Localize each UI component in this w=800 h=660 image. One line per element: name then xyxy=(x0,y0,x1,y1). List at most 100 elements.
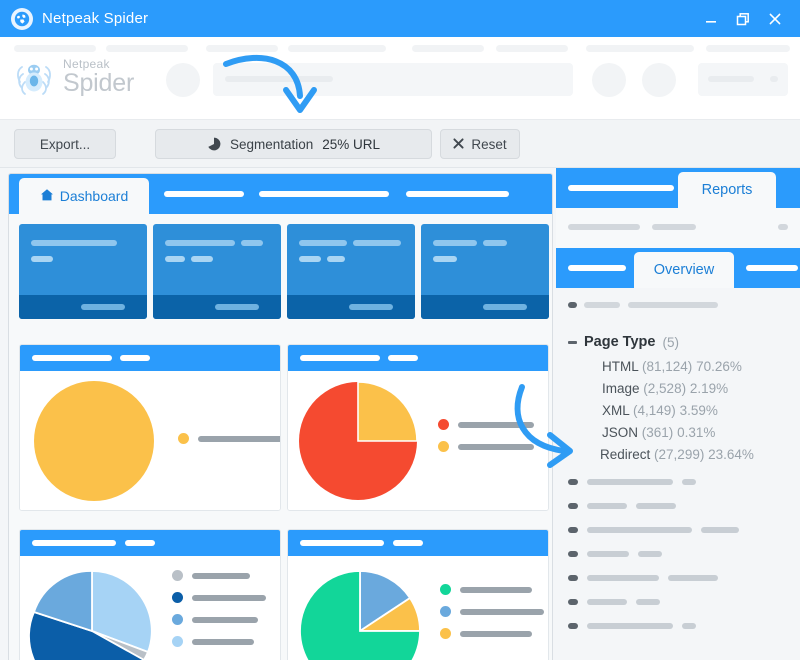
tree-item-percent: 70.26% xyxy=(696,359,742,374)
app-window: Netpeak Spider Netpeak Spider Export... … xyxy=(0,0,800,660)
close-icon[interactable] xyxy=(768,12,784,26)
placeholder-row[interactable] xyxy=(568,527,739,533)
tree-item-label: Redirect xyxy=(600,447,651,462)
minimize-icon[interactable] xyxy=(704,12,720,26)
tree-root-page-type[interactable]: Page Type (5) xyxy=(568,334,800,350)
header-icon-button[interactable] xyxy=(592,63,626,97)
legend-item xyxy=(438,441,534,452)
placeholder-row[interactable] xyxy=(568,623,696,629)
legend-swatch xyxy=(440,584,451,595)
legend-label xyxy=(458,443,534,450)
kpi-card[interactable] xyxy=(287,224,415,319)
brand-text: Netpeak Spider xyxy=(63,58,134,96)
placeholder-row[interactable] xyxy=(568,503,676,509)
collapse-toggle-icon[interactable] xyxy=(568,340,577,344)
tab-reports[interactable]: Reports xyxy=(678,172,776,208)
tab-ghost[interactable] xyxy=(406,191,509,197)
tree-item-json[interactable]: JSON (361) 0.31% xyxy=(602,425,800,440)
legend-label xyxy=(198,435,280,442)
kpi-card[interactable] xyxy=(421,224,549,319)
tree-root-count: (5) xyxy=(662,334,679,350)
tree-item-label: HTML xyxy=(602,359,639,374)
tree-item-percent: 2.19% xyxy=(689,381,729,396)
home-icon xyxy=(40,188,54,205)
chart-card-header xyxy=(20,530,280,556)
chart-card-header xyxy=(20,345,280,371)
kpi-card[interactable] xyxy=(153,224,281,319)
tab-ghost[interactable] xyxy=(164,191,244,197)
tree-item-percent: 3.59% xyxy=(679,403,718,418)
ghost-label xyxy=(628,302,718,308)
ghost-tab xyxy=(706,45,790,52)
ghost-tab xyxy=(288,45,386,52)
tree-item-label: XML xyxy=(602,403,630,418)
dashboard-tabstrip: Dashboard xyxy=(9,174,552,214)
tab-dashboard-label: Dashboard xyxy=(59,188,129,204)
chart-card-body xyxy=(20,556,280,660)
segmentation-value: 25% URL xyxy=(322,136,381,152)
ghost-bullet xyxy=(568,302,577,308)
export-button[interactable]: Export... xyxy=(14,129,116,159)
placeholder-row[interactable] xyxy=(568,599,660,605)
url-input[interactable] xyxy=(213,63,573,96)
page-type-tree: Page Type (5) HTML (81,124) 70.26% Image… xyxy=(556,334,800,462)
tree-item-redirect[interactable]: Redirect (27,299) 23.64% xyxy=(600,447,800,462)
chart-legend-4 xyxy=(440,584,544,650)
tree-item-count: (27,299) xyxy=(654,447,705,462)
brand-line-2: Spider xyxy=(63,69,135,97)
tree-root-label: Page Type xyxy=(584,334,656,350)
segmentation-label: Segmentation xyxy=(229,136,314,152)
ghost-label xyxy=(568,224,640,230)
dropdown-label-line xyxy=(708,76,754,82)
reset-button[interactable]: Reset xyxy=(440,129,520,159)
kpi-card[interactable] xyxy=(19,224,147,319)
placeholder-row[interactable] xyxy=(568,551,662,557)
tree-item-html[interactable]: HTML (81,124) 70.26% xyxy=(602,359,800,374)
legend-item xyxy=(172,614,266,625)
tab-ghost[interactable] xyxy=(568,265,626,271)
tree-item-percent: 23.64% xyxy=(708,447,754,462)
window-title: Netpeak Spider xyxy=(42,10,149,27)
legend-swatch xyxy=(172,570,183,581)
tab-ghost[interactable] xyxy=(568,185,674,191)
overview-content: Page Type (5) HTML (81,124) 70.26% Image… xyxy=(556,288,800,660)
tab-dashboard[interactable]: Dashboard xyxy=(19,178,149,214)
chart-card-3 xyxy=(19,529,281,660)
header-icon-button[interactable] xyxy=(166,63,200,97)
legend-label xyxy=(192,572,250,579)
header-icon-button[interactable] xyxy=(642,63,676,97)
chart-card-2 xyxy=(287,344,549,511)
restore-icon[interactable] xyxy=(736,12,752,26)
tab-overview[interactable]: Overview xyxy=(634,252,734,288)
tree-children: HTML (81,124) 70.26% Image (2,528) 2.19%… xyxy=(600,359,800,462)
close-x-icon xyxy=(453,137,464,152)
tab-ghost[interactable] xyxy=(746,265,798,271)
placeholder-row[interactable] xyxy=(568,575,718,581)
app-logo: Netpeak Spider xyxy=(14,55,134,99)
legend-swatch xyxy=(438,441,449,452)
legend-item xyxy=(440,584,544,595)
reports-subbar xyxy=(556,208,800,248)
tree-item-xml[interactable]: XML (4,149) 3.59% xyxy=(602,403,800,418)
header-bar: Netpeak Spider xyxy=(0,37,800,120)
legend-label xyxy=(458,421,534,428)
legend-label xyxy=(460,630,532,637)
tree-item-image[interactable]: Image (2,528) 2.19% xyxy=(602,381,800,396)
segmentation-button[interactable]: Segmentation 25% URL xyxy=(155,129,432,159)
legend-label xyxy=(192,616,258,623)
ghost-tab xyxy=(206,45,278,52)
dashboard-panel: Dashboard xyxy=(8,173,553,660)
header-dropdown[interactable] xyxy=(698,63,788,96)
ghost-tab xyxy=(106,45,188,52)
title-bar: Netpeak Spider xyxy=(0,0,800,37)
chart-card-body xyxy=(20,371,280,510)
legend-swatch xyxy=(178,433,189,444)
chart-card-body xyxy=(288,556,548,660)
tab-ghost[interactable] xyxy=(259,191,389,197)
reports-panel: Reports Overview Page Type (5) HTML (81,… xyxy=(556,168,800,660)
chart-card-header xyxy=(288,530,548,556)
tree-item-percent: 0.31% xyxy=(677,425,716,440)
placeholder-row[interactable] xyxy=(568,479,696,485)
chart-card-body xyxy=(288,371,548,510)
tree-item-count: (81,124) xyxy=(642,359,693,374)
